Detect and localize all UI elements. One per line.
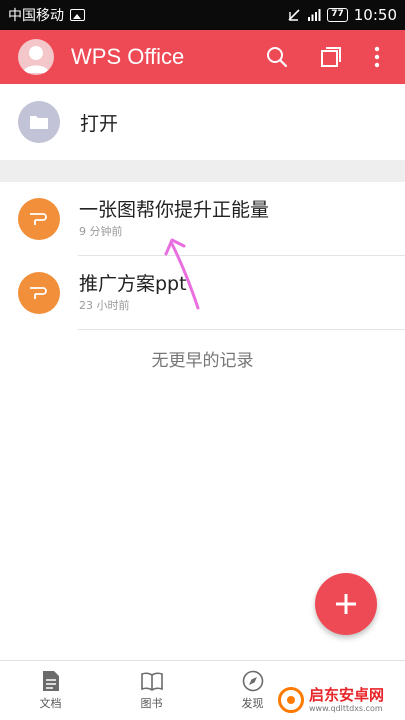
open-file-row[interactable]: 打开 <box>0 84 405 160</box>
wps-presentation-icon <box>18 271 60 314</box>
more-vert-icon[interactable] <box>361 41 393 73</box>
watermark-name: 启东安卓网 <box>309 685 385 704</box>
carrier-label: 中国移动 <box>8 8 64 24</box>
doc-title: 一张图帮你提升正能量 <box>79 199 270 221</box>
avatar-icon[interactable] <box>18 39 54 75</box>
row-divider <box>78 329 405 330</box>
image-notification-icon <box>70 9 85 21</box>
app-bar: WPS Office <box>0 30 405 84</box>
signal-icon <box>308 9 321 21</box>
open-label: 打开 <box>80 112 119 135</box>
wps-presentation-icon <box>18 197 60 240</box>
tab-documents[interactable]: 文档 <box>0 661 101 720</box>
compass-icon <box>242 670 264 692</box>
multi-window-icon[interactable] <box>315 41 347 73</box>
battery-level: 77 <box>327 8 348 22</box>
tab-books[interactable]: 图书 <box>101 661 202 720</box>
plus-icon <box>336 594 356 614</box>
book-icon <box>140 670 163 692</box>
folder-icon <box>18 101 60 143</box>
tab-books-label: 图书 <box>140 697 163 710</box>
no-earlier-records-label: 无更早的记录 <box>151 351 254 371</box>
annotation-arrow-icon <box>164 238 200 310</box>
no-sim-icon <box>288 9 300 21</box>
watermark-url: www.qdlttdxs.com <box>309 703 383 713</box>
tab-documents-label: 文档 <box>39 697 62 710</box>
watermark-logo-icon <box>278 687 304 713</box>
new-document-button[interactable] <box>315 573 377 635</box>
tab-discover-label: 发现 <box>241 697 264 710</box>
status-clock: 10:50 <box>353 6 397 24</box>
app-title: WPS Office <box>71 44 185 69</box>
document-icon <box>40 670 62 692</box>
section-divider <box>0 160 405 182</box>
status-bar: 中国移动 77 10:50 <box>0 0 405 30</box>
search-icon[interactable] <box>261 41 293 73</box>
site-watermark: 启东安卓网 www.qdlttdxs.com <box>278 680 405 720</box>
